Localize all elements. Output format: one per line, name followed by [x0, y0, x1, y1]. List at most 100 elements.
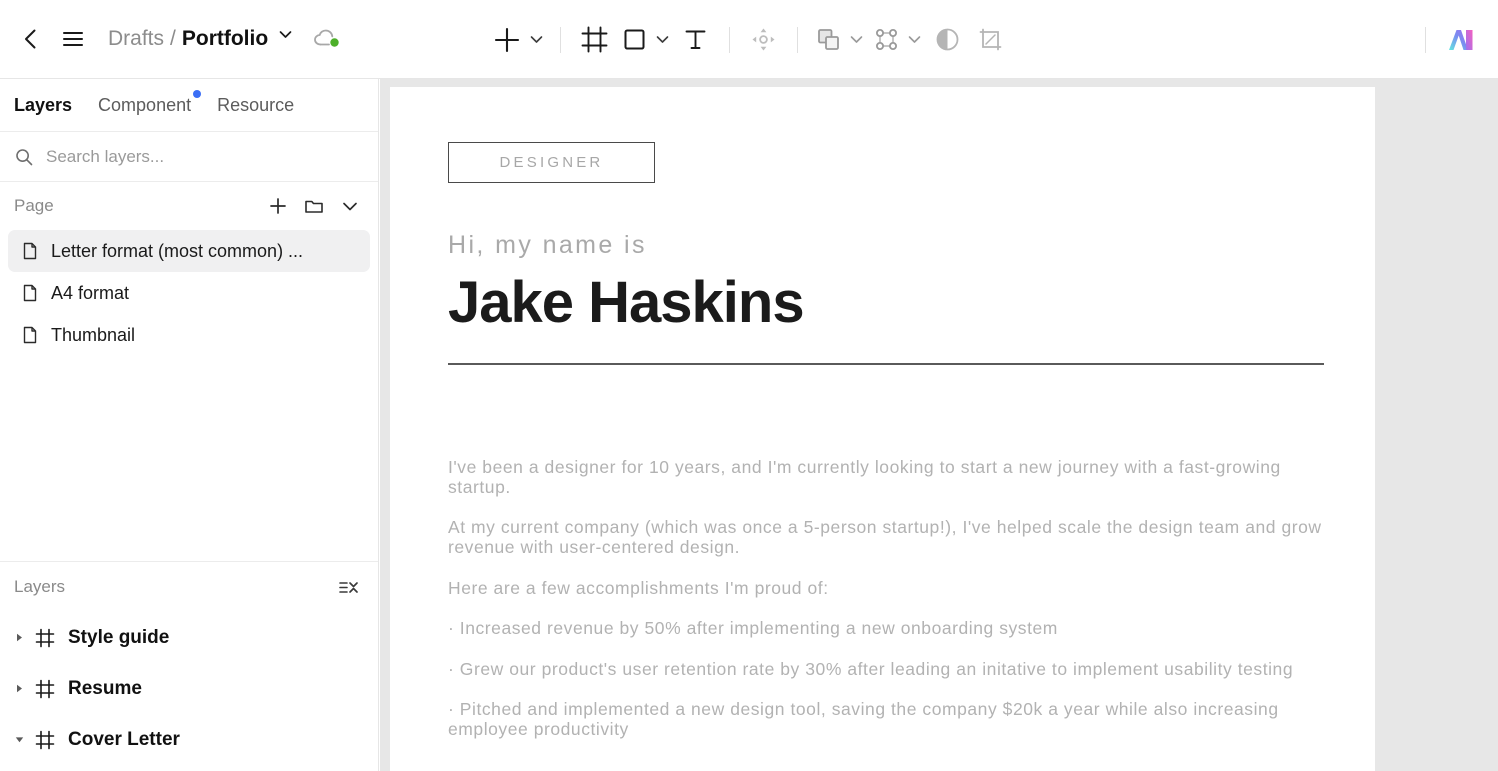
panel-tabs: Layers Component Resource: [0, 79, 378, 132]
triangle-right-icon: [16, 633, 22, 642]
tab-component[interactable]: Component: [98, 89, 202, 118]
page-item-letter-format[interactable]: Letter format (most common) ...: [8, 230, 370, 272]
layer-item-cover-letter[interactable]: Cover Letter: [0, 714, 378, 765]
chevron-down-icon: [656, 36, 668, 43]
name-heading[interactable]: Jake Haskins: [448, 271, 1324, 335]
hamburger-menu-icon: [63, 32, 83, 46]
disclosure-collapsed-icon[interactable]: [10, 632, 28, 643]
text-tool-button[interactable]: [674, 17, 717, 63]
crop-tool-button[interactable]: [969, 17, 1012, 63]
insert-tool-button[interactable]: [487, 17, 548, 63]
cover-letter-content: DESIGNER Hi, my name is Jake Haskins I'v…: [448, 142, 1324, 739]
top-toolbar: Drafts / Portfolio: [0, 0, 1498, 79]
back-button[interactable]: [10, 18, 52, 60]
vector-edit-tool-caret[interactable]: [906, 31, 923, 48]
triangle-down-icon: [15, 737, 23, 743]
left-panel: Layers Component Resource Page: [0, 79, 379, 771]
mask-tool-button[interactable]: [926, 17, 969, 63]
page-section-title: Page: [14, 196, 54, 215]
shape-tool-button[interactable]: [616, 17, 674, 63]
breadcrumb-separator: /: [170, 27, 176, 50]
boolean-union-icon: [817, 29, 839, 50]
square-icon: [624, 29, 644, 50]
main-menu-button[interactable]: [52, 18, 94, 60]
toolbar-divider: [796, 26, 798, 53]
breadcrumb-parent[interactable]: Drafts: [108, 27, 164, 51]
toolbar-divider: [559, 26, 561, 53]
design-canvas[interactable]: DESIGNER Hi, my name is Jake Haskins I'v…: [380, 79, 1498, 771]
collapse-all-layers-button[interactable]: [332, 571, 364, 603]
chevron-left-icon: [25, 29, 36, 49]
letter-paragraph-3[interactable]: Here are a few accomplishments I'm proud…: [448, 578, 1324, 599]
tab-resource[interactable]: Resource: [217, 93, 294, 118]
toolbar-divider: [1425, 26, 1426, 53]
chevron-down-icon: [850, 36, 862, 43]
page-item-label: Letter format (most common) ...: [51, 240, 304, 261]
letter-bullet-2[interactable]: · Grew our product's user retention rate…: [448, 659, 1324, 680]
app-logo-button[interactable]: [1438, 17, 1484, 63]
layer-item-label: Cover Letter: [68, 728, 180, 750]
chevron-down-icon: [908, 36, 920, 43]
frame-icon: [34, 627, 56, 649]
disclosure-expanded-icon[interactable]: [10, 734, 28, 745]
breadcrumb-current[interactable]: Portfolio: [182, 27, 268, 51]
insert-tool-caret[interactable]: [528, 31, 545, 48]
page-item-thumbnail[interactable]: Thumbnail: [8, 314, 370, 356]
plus-icon: [494, 27, 519, 52]
search-input[interactable]: [46, 146, 364, 167]
toolbar-left-group: Drafts / Portfolio: [0, 0, 342, 78]
greeting-text[interactable]: Hi, my name is: [448, 231, 1324, 260]
new-folder-button[interactable]: [298, 190, 330, 222]
crop-icon: [979, 28, 1001, 51]
boolean-tool-caret[interactable]: [848, 31, 865, 48]
toolbar-divider: [728, 26, 730, 53]
frame-tool-button[interactable]: [573, 17, 616, 63]
collapse-all-icon: [339, 582, 358, 593]
frame-icon: [34, 729, 56, 751]
plus-icon: [270, 198, 286, 214]
page-file-icon: [23, 326, 37, 344]
layers-section-title: Layers: [14, 577, 66, 596]
mask-half-circle-icon: [936, 28, 958, 51]
search-layers-row: [0, 132, 378, 182]
vector-nodes-icon: [875, 29, 897, 50]
frame-icon: [35, 730, 55, 749]
collapse-pages-button[interactable]: [334, 190, 366, 222]
canvas-page-frame[interactable]: DESIGNER Hi, my name is Jake Haskins I'v…: [390, 87, 1375, 771]
letter-paragraph-1[interactable]: I've been a designer for 10 years, and I…: [448, 457, 1324, 497]
transform-tool-button[interactable]: [742, 17, 785, 63]
designer-badge[interactable]: DESIGNER: [448, 142, 655, 183]
vector-edit-tool-button[interactable]: [868, 17, 926, 63]
component-update-badge: [193, 89, 202, 98]
toolbar-right-group: [1413, 0, 1484, 79]
designer-badge-label: DESIGNER: [499, 154, 604, 171]
tab-layers[interactable]: Layers: [14, 93, 72, 118]
text-t-icon: [685, 30, 705, 49]
tab-component-label: Component: [98, 94, 192, 115]
shape-tool-caret[interactable]: [654, 31, 671, 48]
breadcrumb[interactable]: Drafts / Portfolio: [108, 27, 294, 51]
page-item-label: Thumbnail: [51, 324, 136, 345]
letter-bullet-1[interactable]: · Increased revenue by 50% after impleme…: [448, 618, 1324, 639]
layer-tree: Style guide Resume Cover Letter: [0, 612, 378, 771]
page-file-icon: [23, 284, 37, 302]
breadcrumb-dropdown-button[interactable]: [277, 26, 294, 43]
page-file-icon: [23, 242, 37, 260]
boolean-tool-button[interactable]: [810, 17, 868, 63]
header-divider-rule: [448, 362, 1324, 366]
add-page-button[interactable]: [262, 190, 294, 222]
tab-layers-label: Layers: [14, 94, 73, 115]
page-item-a4-format[interactable]: A4 format: [8, 272, 370, 314]
search-icon: [16, 148, 33, 165]
layer-item-style-guide[interactable]: Style guide: [0, 612, 378, 663]
chevron-down-icon: [279, 31, 292, 38]
letter-bullet-3[interactable]: · Pitched and implemented a new design t…: [448, 699, 1324, 739]
disclosure-collapsed-icon[interactable]: [10, 683, 28, 694]
page-section-header: Page: [0, 182, 378, 230]
letter-paragraph-2[interactable]: At my current company (which was once a …: [448, 517, 1324, 557]
app-logo-icon: [1449, 29, 1473, 50]
layer-item-resume[interactable]: Resume: [0, 663, 378, 714]
cloud-sync-icon: [314, 29, 339, 47]
chevron-down-icon: [530, 36, 542, 43]
tab-resource-label: Resource: [217, 94, 295, 115]
